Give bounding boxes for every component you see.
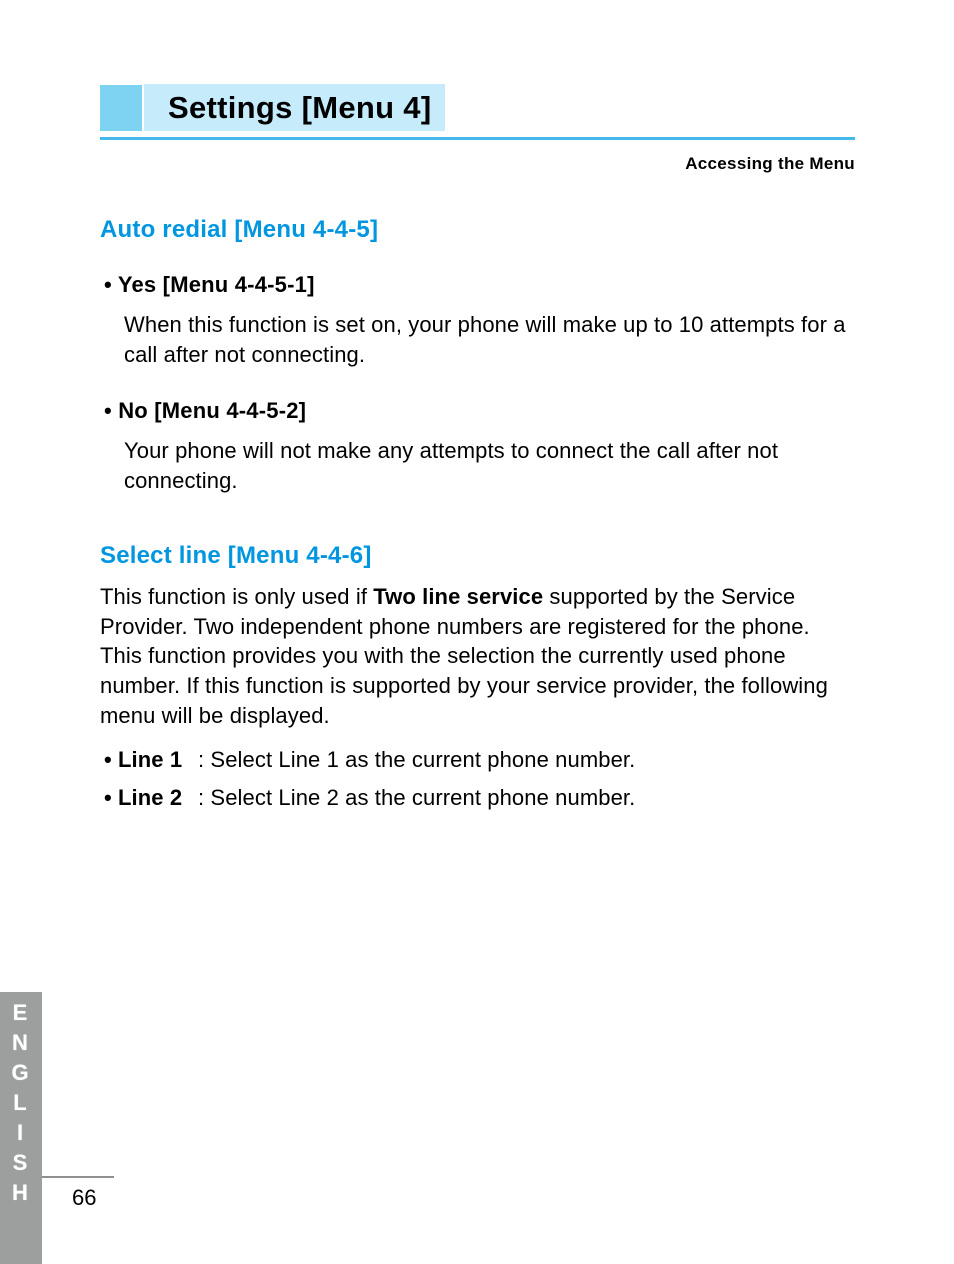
line2-desc: : Select Line 2 as the current phone num…	[198, 785, 635, 810]
section-heading-select-line: Select line [Menu 4-4-6]	[100, 542, 855, 570]
line1-item: Line 1: Select Line 1 as the current pho…	[104, 747, 855, 773]
language-label: E N G L I S H	[0, 1004, 42, 1204]
title-accent-square	[100, 85, 142, 131]
line2-item: Line 2: Select Line 2 as the current pho…	[104, 785, 855, 811]
page-number: 66	[72, 1185, 96, 1211]
lang-char: E	[13, 1002, 30, 1024]
lang-char: H	[12, 1182, 30, 1204]
page-title: Settings [Menu 4]	[144, 84, 445, 131]
breadcrumb-subtitle: Accessing the Menu	[100, 154, 855, 174]
line1-label: Line 1	[104, 747, 198, 773]
page-content: Settings [Menu 4] Accessing the Menu Aut…	[100, 84, 855, 811]
lang-char: N	[12, 1032, 30, 1054]
body-bold: Two line service	[373, 584, 543, 609]
option-yes-body: When this function is set on, your phone…	[124, 310, 855, 370]
line1-desc: : Select Line 1 as the current phone num…	[198, 747, 635, 772]
line2-label: Line 2	[104, 785, 198, 811]
footer-separator	[42, 1176, 114, 1178]
lang-char: I	[17, 1122, 25, 1144]
lang-char: L	[13, 1092, 28, 1114]
title-bar: Settings [Menu 4]	[100, 84, 855, 140]
lang-char: G	[11, 1062, 30, 1084]
lang-char: S	[13, 1152, 30, 1174]
option-no-heading: No [Menu 4-4-5-2]	[104, 398, 855, 424]
section-heading-auto-redial: Auto redial [Menu 4-4-5]	[100, 216, 855, 244]
select-line-body: This function is only used if Two line s…	[100, 582, 855, 732]
option-no-body: Your phone will not make any attempts to…	[124, 436, 855, 496]
body-pre: This function is only used if	[100, 584, 373, 609]
option-yes-heading: Yes [Menu 4-4-5-1]	[104, 272, 855, 298]
